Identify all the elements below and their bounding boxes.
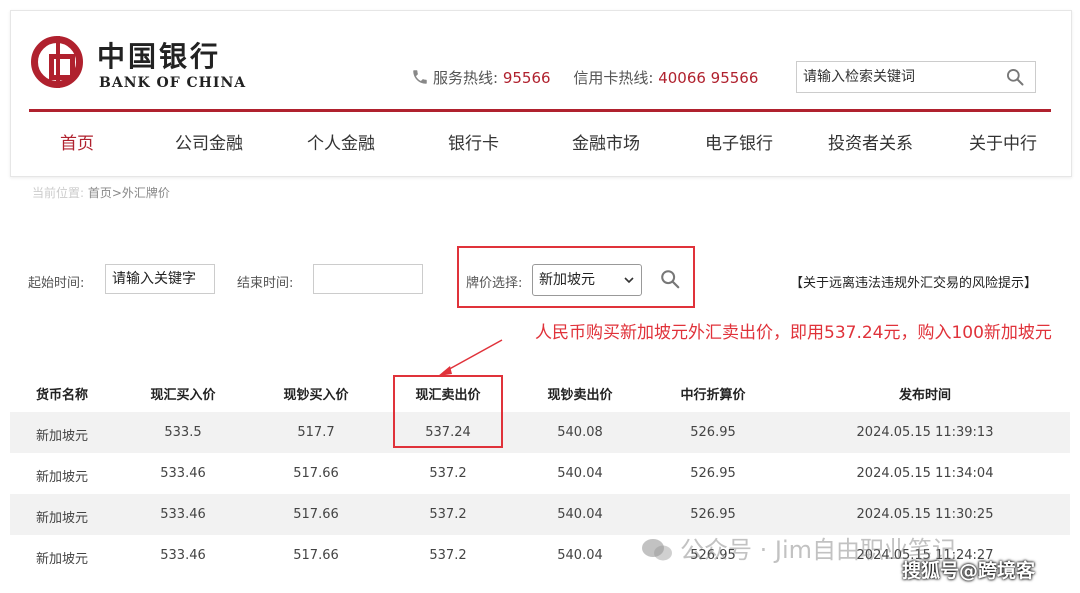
table-row: 新加坡元 533.46 517.66 537.2 540.04 526.95 2… (10, 494, 1070, 535)
cell-spot-buy: 533.46 (160, 466, 206, 481)
end-time-label: 结束时间: (237, 276, 294, 291)
main-nav: 首页 公司金融 个人金融 银行卡 金融市场 电子银行 投资者关系 关于中行 (29, 129, 1051, 159)
spot-sell-highlight-box (393, 375, 503, 448)
cell-cash-sell: 540.08 (557, 425, 603, 440)
cell-spot-sell: 537.2 (429, 466, 467, 481)
logo-name-cn: 中国银行 (97, 40, 222, 73)
bank-logo[interactable]: 中国银行 BANK OF CHINA (31, 31, 251, 101)
phone-icon (413, 70, 427, 84)
nav-item-corporate[interactable]: 公司金融 (175, 129, 243, 154)
nav-item-markets[interactable]: 金融市场 (572, 129, 640, 154)
cell-cash-sell: 540.04 (557, 507, 603, 522)
column-header-currency: 货币名称 (35, 388, 89, 403)
corner-watermark: 搜狐号@跨境客 (902, 560, 1036, 582)
table-header-row: 货币名称 现汇买入价 现钞买入价 现汇卖出价 现钞卖出价 中行折算价 发布时间 (10, 372, 1070, 412)
column-header-publish-time: 发布时间 (898, 388, 952, 403)
service-hotline-label: 服务热线: (433, 69, 499, 87)
logo-name-en: BANK OF CHINA (99, 75, 247, 91)
cell-spot-buy: 533.46 (160, 548, 206, 563)
breadcrumb-prefix: 当前位置: (32, 186, 85, 200)
end-time-input[interactable] (313, 264, 423, 294)
cell-cash-sell: 540.04 (557, 548, 603, 563)
header-divider (29, 109, 1051, 112)
chevron-down-icon (624, 277, 634, 284)
nav-item-investors[interactable]: 投资者关系 (828, 129, 913, 154)
cell-boc-rate: 526.95 (690, 507, 736, 522)
cell-cash-buy: 517.7 (297, 425, 335, 440)
cell-publish-time: 2024.05.15 11:34:04 (856, 466, 994, 481)
risk-notice-link[interactable]: 【关于远离违法违规外汇交易的风险提示】 (790, 272, 1037, 291)
site-search-input[interactable] (797, 62, 999, 90)
cell-cash-buy: 517.66 (293, 507, 339, 522)
breadcrumb: 当前位置: 首页>外汇牌价 (32, 184, 170, 201)
currency-select[interactable]: 新加坡元 (532, 264, 642, 296)
annotation-text: 人民币购买新加坡元外汇卖出价，即用537.24元，购入100新加坡元 (535, 323, 1052, 343)
cell-boc-rate: 526.95 (690, 425, 736, 440)
table-row: 新加坡元 533.46 517.66 537.2 540.04 526.95 2… (10, 453, 1070, 494)
cell-cash-buy: 517.66 (293, 466, 339, 481)
cell-spot-sell: 537.2 (429, 548, 467, 563)
nav-item-ebanking[interactable]: 电子银行 (705, 129, 773, 154)
cell-spot-buy: 533.46 (160, 507, 206, 522)
cell-spot-buy: 533.5 (164, 425, 202, 440)
column-header-cash-buy: 现钞买入价 (283, 388, 349, 403)
column-header-spot-buy: 现汇买入价 (150, 388, 216, 403)
header: 中国银行 BANK OF CHINA 服务热线: 95566 信用卡热线: 40… (10, 10, 1072, 177)
cell-publish-time: 2024.05.15 11:30:25 (856, 507, 994, 522)
hotlines: 服务热线: 95566 信用卡热线: 40066 95566 (411, 67, 776, 88)
cell-cash-sell: 540.04 (557, 466, 603, 481)
cell-spot-sell: 537.2 (429, 507, 467, 522)
bank-logo-icon (31, 36, 83, 88)
service-hotline-number: 95566 (502, 69, 551, 87)
nav-item-cards[interactable]: 银行卡 (448, 129, 499, 154)
site-search (796, 61, 1036, 93)
table-row: 新加坡元 533.5 517.7 537.24 540.08 526.95 20… (10, 412, 1070, 453)
nav-item-home[interactable]: 首页 (60, 129, 94, 154)
start-time-label: 起始时间: (28, 276, 85, 291)
column-header-cash-sell: 现钞卖出价 (547, 388, 613, 403)
query-search-icon[interactable] (659, 268, 681, 290)
cell-currency: 新加坡元 (36, 511, 89, 526)
nav-item-about[interactable]: 关于中行 (969, 129, 1037, 154)
cell-currency: 新加坡元 (36, 552, 89, 567)
wechat-icon (642, 539, 672, 561)
cell-cash-buy: 517.66 (293, 548, 339, 563)
start-time-input[interactable]: 请输入关键字 (105, 264, 215, 294)
breadcrumb-path[interactable]: 首页>外汇牌价 (88, 186, 170, 200)
currency-select-label: 牌价选择: (466, 276, 523, 291)
cell-currency: 新加坡元 (36, 429, 89, 444)
cell-boc-rate: 526.95 (690, 466, 736, 481)
search-icon[interactable] (1005, 67, 1025, 87)
column-header-boc-rate: 中行折算价 (680, 388, 746, 403)
card-hotline-number: 40066 95566 (658, 69, 759, 87)
currency-select-value: 新加坡元 (539, 272, 595, 288)
cell-publish-time: 2024.05.15 11:39:13 (856, 425, 994, 440)
nav-item-personal[interactable]: 个人金融 (307, 129, 375, 154)
card-hotline-label: 信用卡热线: (573, 69, 654, 87)
cell-currency: 新加坡元 (36, 470, 89, 485)
